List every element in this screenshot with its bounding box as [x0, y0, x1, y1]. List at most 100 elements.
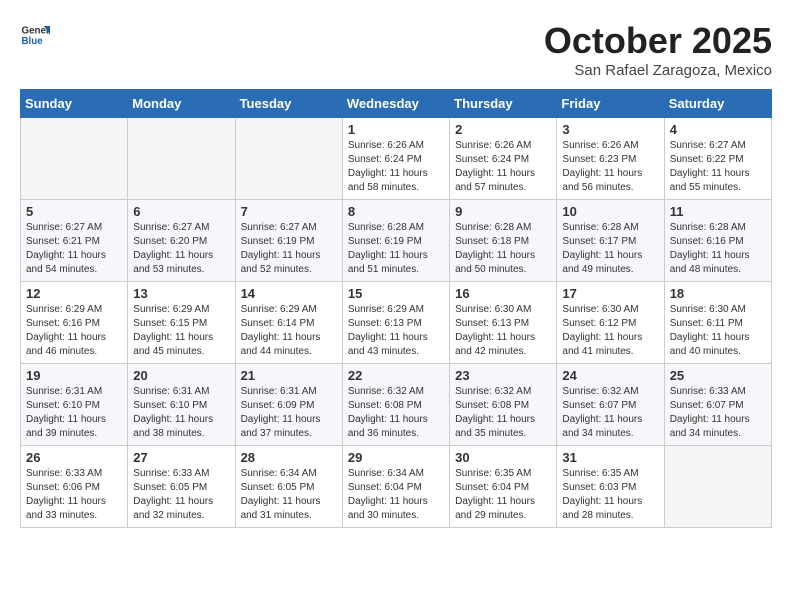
weekday-header-friday: Friday: [557, 90, 664, 118]
logo-icon: General Blue: [20, 20, 50, 50]
day-number: 13: [133, 286, 229, 301]
day-info: Sunrise: 6:33 AM Sunset: 6:06 PM Dayligh…: [26, 467, 122, 523]
day-number: 19: [26, 368, 122, 383]
day-info: Sunrise: 6:31 AM Sunset: 6:10 PM Dayligh…: [26, 385, 122, 441]
title-block: October 2025 San Rafael Zaragoza, Mexico: [544, 20, 772, 79]
day-info: Sunrise: 6:27 AM Sunset: 6:19 PM Dayligh…: [241, 221, 337, 277]
day-number: 14: [241, 286, 337, 301]
day-info: Sunrise: 6:27 AM Sunset: 6:20 PM Dayligh…: [133, 221, 229, 277]
day-info: Sunrise: 6:30 AM Sunset: 6:11 PM Dayligh…: [670, 303, 766, 359]
day-number: 7: [241, 204, 337, 219]
calendar-cell: 30 Sunrise: 6:35 AM Sunset: 6:04 PM Dayli…: [450, 446, 557, 528]
day-info: Sunrise: 6:28 AM Sunset: 6:19 PM Dayligh…: [348, 221, 444, 277]
calendar-cell: 18 Sunrise: 6:30 AM Sunset: 6:11 PM Dayli…: [664, 282, 771, 364]
calendar-cell: 16Sunrise: 6:30 AM Sunset: 6:13 PM Dayli…: [450, 282, 557, 364]
calendar-row-4: 19 Sunrise: 6:31 AM Sunset: 6:10 PM Dayli…: [21, 364, 772, 446]
day-number: 25: [670, 368, 766, 383]
day-info: Sunrise: 6:35 AM Sunset: 6:03 PM Dayligh…: [562, 467, 658, 523]
calendar-cell: 27 Sunrise: 6:33 AM Sunset: 6:05 PM Dayli…: [128, 446, 235, 528]
day-info: Sunrise: 6:29 AM Sunset: 6:14 PM Dayligh…: [241, 303, 337, 359]
weekday-header-tuesday: Tuesday: [235, 90, 342, 118]
calendar-cell: 8 Sunrise: 6:28 AM Sunset: 6:19 PM Daylig…: [342, 200, 449, 282]
day-info: Sunrise: 6:34 AM Sunset: 6:05 PM Dayligh…: [241, 467, 337, 523]
weekday-header-wednesday: Wednesday: [342, 90, 449, 118]
calendar-cell: 19 Sunrise: 6:31 AM Sunset: 6:10 PM Dayli…: [21, 364, 128, 446]
calendar-cell: 31 Sunrise: 6:35 AM Sunset: 6:03 PM Dayli…: [557, 446, 664, 528]
weekday-header-sunday: Sunday: [21, 90, 128, 118]
calendar-cell: 20 Sunrise: 6:31 AM Sunset: 6:10 PM Dayli…: [128, 364, 235, 446]
day-info: Sunrise: 6:31 AM Sunset: 6:09 PM Dayligh…: [241, 385, 337, 441]
day-number: 30: [455, 450, 551, 465]
day-info: Sunrise: 6:26 AM Sunset: 6:24 PM Dayligh…: [348, 139, 444, 195]
day-number: 18: [670, 286, 766, 301]
day-number: 6: [133, 204, 229, 219]
day-number: 21: [241, 368, 337, 383]
calendar-cell: 4 Sunrise: 6:27 AM Sunset: 6:22 PM Daylig…: [664, 118, 771, 200]
day-info: Sunrise: 6:28 AM Sunset: 6:18 PM Dayligh…: [455, 221, 551, 277]
day-number: 8: [348, 204, 444, 219]
day-info: Sunrise: 6:29 AM Sunset: 6:15 PM Dayligh…: [133, 303, 229, 359]
day-info: Sunrise: 6:35 AM Sunset: 6:04 PM Dayligh…: [455, 467, 551, 523]
day-number: 1: [348, 122, 444, 137]
day-number: 23: [455, 368, 551, 383]
day-info: Sunrise: 6:32 AM Sunset: 6:07 PM Dayligh…: [562, 385, 658, 441]
day-number: 27: [133, 450, 229, 465]
calendar-header-row: SundayMondayTuesdayWednesdayThursdayFrid…: [21, 90, 772, 118]
calendar-cell: [235, 118, 342, 200]
svg-text:Blue: Blue: [22, 36, 44, 47]
calendar-cell: [21, 118, 128, 200]
day-number: 4: [670, 122, 766, 137]
day-info: Sunrise: 6:26 AM Sunset: 6:24 PM Dayligh…: [455, 139, 551, 195]
calendar-cell: 1 Sunrise: 6:26 AM Sunset: 6:24 PM Daylig…: [342, 118, 449, 200]
calendar-cell: [664, 446, 771, 528]
calendar-cell: 10 Sunrise: 6:28 AM Sunset: 6:17 PM Dayli…: [557, 200, 664, 282]
calendar-cell: 23 Sunrise: 6:32 AM Sunset: 6:08 PM Dayli…: [450, 364, 557, 446]
weekday-header-thursday: Thursday: [450, 90, 557, 118]
day-number: 10: [562, 204, 658, 219]
calendar-cell: 22Sunrise: 6:32 AM Sunset: 6:08 PM Dayli…: [342, 364, 449, 446]
day-number: 12: [26, 286, 122, 301]
day-info: Sunrise: 6:34 AM Sunset: 6:04 PM Dayligh…: [348, 467, 444, 523]
day-number: 26: [26, 450, 122, 465]
calendar-cell: 29Sunrise: 6:34 AM Sunset: 6:04 PM Dayli…: [342, 446, 449, 528]
calendar-cell: 24Sunrise: 6:32 AM Sunset: 6:07 PM Dayli…: [557, 364, 664, 446]
day-info: Sunrise: 6:27 AM Sunset: 6:21 PM Dayligh…: [26, 221, 122, 277]
calendar-row-2: 5 Sunrise: 6:27 AM Sunset: 6:21 PM Daylig…: [21, 200, 772, 282]
calendar-cell: 25 Sunrise: 6:33 AM Sunset: 6:07 PM Dayli…: [664, 364, 771, 446]
calendar-cell: 17Sunrise: 6:30 AM Sunset: 6:12 PM Dayli…: [557, 282, 664, 364]
day-number: 28: [241, 450, 337, 465]
weekday-header-monday: Monday: [128, 90, 235, 118]
day-number: 5: [26, 204, 122, 219]
day-info: Sunrise: 6:30 AM Sunset: 6:13 PM Dayligh…: [455, 303, 551, 359]
day-info: Sunrise: 6:31 AM Sunset: 6:10 PM Dayligh…: [133, 385, 229, 441]
calendar-cell: 9 Sunrise: 6:28 AM Sunset: 6:18 PM Daylig…: [450, 200, 557, 282]
calendar-cell: 6 Sunrise: 6:27 AM Sunset: 6:20 PM Daylig…: [128, 200, 235, 282]
day-info: Sunrise: 6:26 AM Sunset: 6:23 PM Dayligh…: [562, 139, 658, 195]
calendar-row-5: 26 Sunrise: 6:33 AM Sunset: 6:06 PM Dayli…: [21, 446, 772, 528]
calendar-cell: 15Sunrise: 6:29 AM Sunset: 6:13 PM Dayli…: [342, 282, 449, 364]
day-info: Sunrise: 6:33 AM Sunset: 6:05 PM Dayligh…: [133, 467, 229, 523]
day-number: 20: [133, 368, 229, 383]
day-number: 3: [562, 122, 658, 137]
day-info: Sunrise: 6:28 AM Sunset: 6:17 PM Dayligh…: [562, 221, 658, 277]
calendar-cell: 5 Sunrise: 6:27 AM Sunset: 6:21 PM Daylig…: [21, 200, 128, 282]
calendar-cell: 11Sunrise: 6:28 AM Sunset: 6:16 PM Dayli…: [664, 200, 771, 282]
weekday-header-saturday: Saturday: [664, 90, 771, 118]
calendar-cell: 12Sunrise: 6:29 AM Sunset: 6:16 PM Dayli…: [21, 282, 128, 364]
logo: General Blue: [20, 20, 50, 50]
calendar-cell: 14 Sunrise: 6:29 AM Sunset: 6:14 PM Dayli…: [235, 282, 342, 364]
day-info: Sunrise: 6:32 AM Sunset: 6:08 PM Dayligh…: [455, 385, 551, 441]
calendar-cell: 28 Sunrise: 6:34 AM Sunset: 6:05 PM Dayli…: [235, 446, 342, 528]
page-header: General Blue October 2025 San Rafael Zar…: [20, 20, 772, 79]
day-number: 31: [562, 450, 658, 465]
day-info: Sunrise: 6:30 AM Sunset: 6:12 PM Dayligh…: [562, 303, 658, 359]
location-subtitle: San Rafael Zaragoza, Mexico: [544, 62, 772, 79]
day-number: 22: [348, 368, 444, 383]
day-info: Sunrise: 6:27 AM Sunset: 6:22 PM Dayligh…: [670, 139, 766, 195]
day-number: 9: [455, 204, 551, 219]
day-info: Sunrise: 6:33 AM Sunset: 6:07 PM Dayligh…: [670, 385, 766, 441]
calendar-cell: [128, 118, 235, 200]
day-number: 2: [455, 122, 551, 137]
calendar-row-3: 12Sunrise: 6:29 AM Sunset: 6:16 PM Dayli…: [21, 282, 772, 364]
calendar-cell: 2 Sunrise: 6:26 AM Sunset: 6:24 PM Daylig…: [450, 118, 557, 200]
